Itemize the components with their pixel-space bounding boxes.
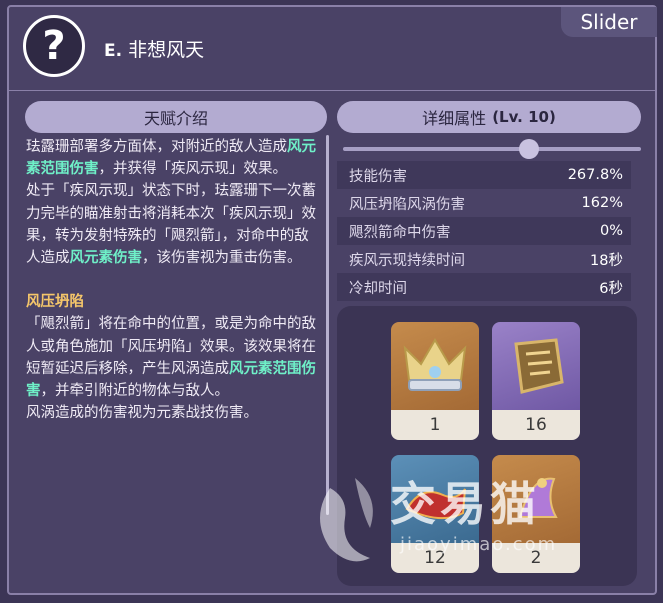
material-card[interactable]: 2	[492, 455, 580, 573]
desc-paragraph-2: 处于「疾风示现」状态下时，珐露珊下一次蓄力完毕的瞄准射击将消耗本次「疾风示现」效…	[26, 180, 320, 269]
stat-value: 18秒	[590, 252, 623, 269]
talent-description: 珐露珊部署多方面体，对附近的敌人造成风元素范围伤害，并获得「疾风示现」效果。 处…	[26, 136, 320, 424]
stat-label: 疾风示现持续时间	[349, 252, 465, 269]
desc-highlight: 风元素伤害	[69, 250, 143, 267]
desc-text: ，并牵引附近的物体与敌人。	[40, 383, 230, 400]
scroll-fragment-icon	[492, 322, 580, 410]
level-slider-thumb[interactable]	[519, 139, 539, 159]
material-card[interactable]: 12	[391, 455, 479, 573]
stat-label: 飓烈箭命中伤害	[349, 224, 451, 241]
desc-text: ，并获得「疾风示现」效果。	[98, 161, 288, 178]
stat-value: 267.8%	[567, 167, 623, 183]
stat-row: 风压坍陷风涡伤害 162%	[337, 189, 631, 217]
stat-row: 技能伤害 267.8%	[337, 161, 631, 189]
desc-paragraph-3: 「飓烈箭」将在命中的位置，或是为命中的敌人或角色施加「风压坍陷」效果。该效果将在…	[26, 313, 320, 402]
question-mark-icon: ?	[42, 23, 66, 69]
stat-row: 冷却时间 6秒	[337, 273, 631, 301]
purple-relic-icon	[492, 455, 580, 543]
desc-paragraph-1: 珐露珊部署多方面体，对附近的敌人造成风元素范围伤害，并获得「疾风示现」效果。	[26, 136, 320, 180]
material-count: 12	[391, 543, 479, 573]
crown-icon	[391, 322, 479, 410]
stat-value: 0%	[599, 223, 623, 239]
level-slider-track[interactable]	[343, 147, 641, 151]
material-card[interactable]: 1	[391, 322, 479, 440]
tab-talent-intro[interactable]: 天赋介绍	[25, 101, 327, 133]
detail-level: (Lv. 10)	[492, 108, 556, 126]
material-count: 1	[391, 410, 479, 440]
skill-header: ? E. 非想风天 Slider	[9, 7, 657, 91]
stat-row: 疾风示现持续时间 18秒	[337, 245, 631, 273]
desc-text: 珐露珊部署多方面体，对附近的敌人造成	[26, 139, 287, 155]
stat-label: 冷却时间	[349, 280, 407, 297]
material-card[interactable]: 16	[492, 322, 580, 440]
stat-row: 飓烈箭命中伤害 0%	[337, 217, 631, 245]
desc-paragraph-4: 风涡造成的伤害视为元素战技伤害。	[26, 405, 258, 422]
desc-subtitle: 风压坍陷	[26, 294, 84, 311]
skill-key: E.	[104, 41, 123, 61]
slider-tab[interactable]: Slider	[561, 7, 657, 37]
desc-text: ，该伤害视为重击伤害。	[142, 250, 302, 267]
stat-label: 风压坍陷风涡伤害	[349, 196, 465, 213]
stats-table: 技能伤害 267.8% 风压坍陷风涡伤害 162% 飓烈箭命中伤害 0% 疾风示…	[337, 161, 631, 301]
skill-avatar: ?	[23, 15, 85, 77]
stat-value: 162%	[581, 195, 623, 211]
stat-value: 6秒	[599, 280, 623, 297]
stat-label: 技能伤害	[349, 168, 407, 185]
detail-label: 详细属性	[422, 109, 487, 128]
materials-panel: 1 16 12 2	[337, 306, 637, 586]
skill-title: E. 非想风天	[104, 35, 204, 62]
skill-name: 非想风天	[128, 39, 205, 61]
skill-panel: ? E. 非想风天 Slider 天赋介绍 详细属性 (Lv. 10) 珐露珊部署多…	[7, 5, 657, 595]
material-count: 16	[492, 410, 580, 440]
description-scrollbar[interactable]	[326, 135, 329, 515]
tab-detail-attributes[interactable]: 详细属性 (Lv. 10)	[337, 101, 641, 133]
red-relic-icon	[391, 455, 479, 543]
material-count: 2	[492, 543, 580, 573]
